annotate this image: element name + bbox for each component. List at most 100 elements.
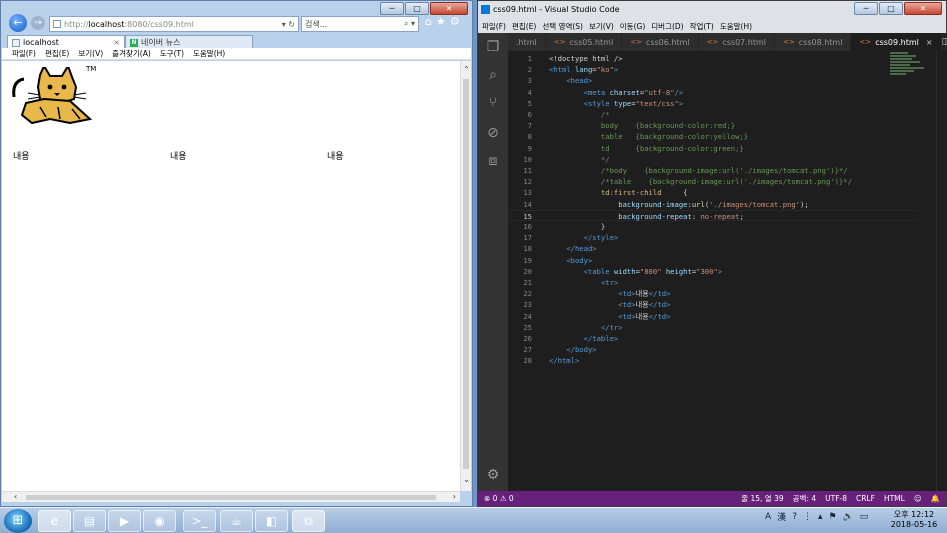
taskbar-eclipse-icon[interactable]: ◧: [255, 510, 288, 532]
chevron-down-icon[interactable]: ⌄: [461, 475, 472, 487]
close-icon[interactable]: ×: [926, 38, 933, 47]
code-line[interactable]: 13 td:first-child {: [508, 187, 918, 198]
tab-css07[interactable]: <> css07.html: [698, 33, 776, 51]
code-line[interactable]: 5 <style type="text/css">: [508, 98, 918, 109]
help-icon[interactable]: ?: [792, 512, 797, 522]
speaker-icon[interactable]: 🔊: [843, 512, 854, 522]
code-line[interactable]: 21 <tr>: [508, 277, 918, 288]
code-line[interactable]: 18 </head>: [508, 243, 918, 254]
taskbar-explorer-icon[interactable]: ▤: [73, 510, 106, 532]
bell-icon[interactable]: 🔔: [931, 494, 940, 503]
menu-edit[interactable]: 편집(E): [512, 21, 536, 32]
menu-tools[interactable]: 도구(T): [160, 48, 184, 59]
forward-button[interactable]: →: [31, 16, 45, 30]
code-line[interactable]: 26 </table>: [508, 333, 918, 344]
code-line[interactable]: 4 <meta charset="utf-8"/>: [508, 87, 918, 98]
tab-css09[interactable]: <> css09.html ×: [851, 33, 942, 51]
tab-html[interactable]: .html: [508, 33, 546, 51]
star-icon[interactable]: ★: [436, 15, 446, 28]
menu-go[interactable]: 이동(G): [620, 21, 645, 32]
code-line[interactable]: 15 background-repeat: no-repeat;: [508, 209, 918, 221]
tab-css05[interactable]: <> css05.html: [545, 33, 623, 51]
taskbar-ie-icon[interactable]: e: [38, 510, 71, 532]
editor-scrollbar[interactable]: [936, 51, 947, 491]
code-line[interactable]: 27 </body>: [508, 344, 918, 355]
menu-view[interactable]: 보기(V): [78, 48, 103, 59]
show-hidden-icons[interactable]: ▴: [818, 512, 823, 522]
taskbar-chrome-icon[interactable]: ◉: [143, 510, 176, 532]
menu-selection[interactable]: 선택 영역(S): [542, 21, 583, 32]
menu-tasks[interactable]: 작업(T): [690, 21, 714, 32]
code-line[interactable]: 1 <!doctype html />: [508, 53, 918, 64]
maximize-button[interactable]: □: [879, 2, 903, 15]
scrollbar-thumb[interactable]: [26, 495, 436, 500]
ime-mode-icon[interactable]: A: [765, 512, 771, 522]
feedback-icon[interactable]: ☺: [914, 494, 922, 503]
close-icon[interactable]: ×: [113, 38, 120, 47]
code-line[interactable]: 28 </html>: [508, 355, 918, 366]
tab-css08[interactable]: <> css08.html: [775, 33, 852, 51]
extensions-icon[interactable]: ⧈: [485, 153, 501, 169]
code-line[interactable]: 6 /*: [508, 109, 918, 120]
search-icon[interactable]: ⌕: [485, 67, 501, 83]
start-button[interactable]: ⊞: [4, 509, 32, 533]
code-line[interactable]: 11 /*body {background-image:url('./image…: [508, 165, 918, 176]
menu-view[interactable]: 보기(V): [589, 21, 614, 32]
flag-icon[interactable]: ⚑: [829, 512, 837, 522]
back-button[interactable]: ←: [9, 14, 27, 32]
taskbar-cmd-icon[interactable]: >_: [183, 510, 216, 532]
close-button[interactable]: ✕: [904, 2, 942, 15]
menu-edit[interactable]: 편집(E): [45, 48, 69, 59]
taskbar-vscode-icon[interactable]: ⧉: [292, 510, 325, 532]
code-line[interactable]: 25 </tr>: [508, 322, 918, 333]
code-line[interactable]: 22 <td>내용</td>: [508, 288, 918, 299]
code-line[interactable]: 8 table {background-color:yellow;}: [508, 131, 918, 142]
line-ending[interactable]: CRLF: [856, 494, 875, 503]
tab-localhost[interactable]: localhost ×: [7, 35, 125, 49]
code-line[interactable]: 3 <head>: [508, 75, 918, 86]
code-line[interactable]: 12 /*table {background-image:url('./imag…: [508, 176, 918, 187]
chevron-up-icon[interactable]: ⌃: [461, 65, 472, 77]
code-line[interactable]: 17 </style>: [508, 232, 918, 243]
gear-icon[interactable]: ⚙: [450, 15, 460, 28]
problems-indicator[interactable]: ⊗ 0 ⚠ 0: [484, 494, 514, 503]
horizontal-scrollbar[interactable]: ‹ ›: [2, 491, 460, 502]
code-editor[interactable]: 1 <!doctype html /> 2 <html lang="ko"> 3 <he…: [508, 51, 918, 491]
menu-help[interactable]: 도움말(H): [193, 48, 225, 59]
minimize-button[interactable]: ─: [854, 2, 878, 15]
taskbar-media-icon[interactable]: ▶: [108, 510, 141, 532]
menu-debug[interactable]: 디버그(D): [651, 21, 683, 32]
code-line[interactable]: 24 <td>내용</td>: [508, 311, 918, 322]
scrollbar-thumb[interactable]: [463, 79, 469, 469]
address-bar[interactable]: http://localhost:8080/css09.html ▾ ↻: [49, 16, 299, 32]
code-line[interactable]: 19 <body>: [508, 255, 918, 266]
home-icon[interactable]: ⌂: [425, 15, 432, 28]
vertical-scrollbar[interactable]: ⌃ ⌄: [460, 61, 471, 491]
code-line[interactable]: 7 body {background-color:red;}: [508, 120, 918, 131]
code-line[interactable]: 20 <table width="800" height="300">: [508, 266, 918, 277]
menu-file[interactable]: 파일(F): [482, 21, 506, 32]
cursor-position[interactable]: 줄 15, 열 39: [741, 493, 783, 504]
split-editor-icon[interactable]: ◫: [942, 37, 947, 47]
tab-naver-news[interactable]: N 네이버 뉴스: [125, 35, 253, 49]
code-line[interactable]: 10 */: [508, 154, 918, 165]
taskbar-clock[interactable]: 오후 12:12 2018-05-16: [888, 510, 940, 530]
code-line[interactable]: 23 <td>내용</td>: [508, 299, 918, 310]
tab-css06[interactable]: <> css06.html: [622, 33, 699, 51]
chevron-right-icon[interactable]: ›: [453, 492, 456, 501]
search-box[interactable]: 검색... ⌕ ▾: [301, 16, 419, 32]
taskbar-java-icon[interactable]: ☕: [220, 510, 253, 532]
code-line[interactable]: 9 td {background-color:green;}: [508, 143, 918, 154]
menu-favorites[interactable]: 즐겨찾기(A): [112, 48, 151, 59]
code-line[interactable]: 2 <html lang="ko">: [508, 64, 918, 75]
encoding[interactable]: UTF-8: [825, 494, 847, 503]
ime-options-icon[interactable]: ⋮: [803, 512, 812, 522]
debug-icon[interactable]: ⊘: [485, 125, 501, 141]
menu-file[interactable]: 파일(F): [12, 48, 36, 59]
search-icon[interactable]: ⌕ ▾: [404, 19, 415, 29]
address-tools[interactable]: ▾ ↻: [282, 20, 295, 29]
indentation[interactable]: 공백: 4: [793, 493, 816, 504]
minimap[interactable]: [890, 51, 934, 91]
language-mode[interactable]: HTML: [884, 494, 905, 503]
gear-icon[interactable]: ⚙: [485, 467, 501, 483]
